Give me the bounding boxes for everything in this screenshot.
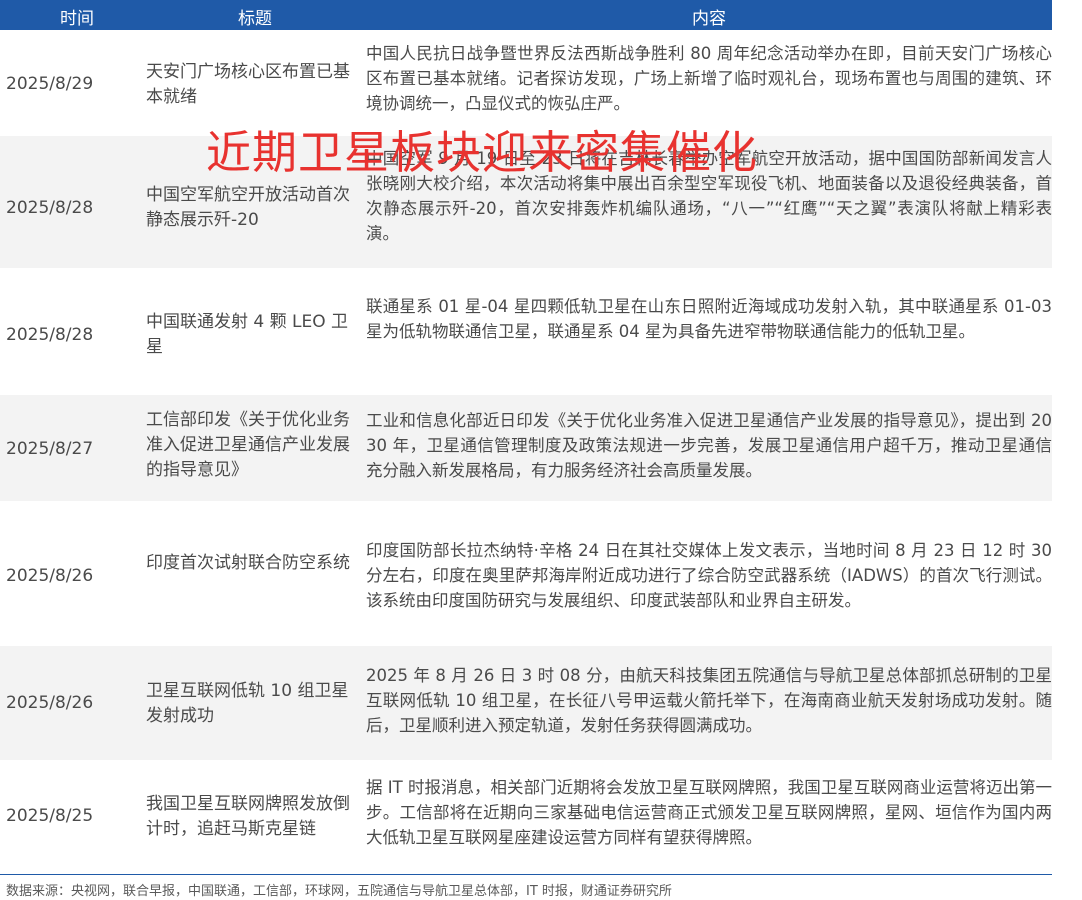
table-header: 时间 标题 内容 (0, 0, 1052, 30)
row-title: 中国联通发射 4 颗 LEO 卫星 (146, 312, 349, 357)
row-content: 中国人民抗日战争暨世界反法西斯战争胜利 80 周年纪念活动举办在即，目前天安门广… (366, 44, 1052, 113)
table-row: 2025/8/27 工信部印发《关于优化业务准入促进卫星通信产业发展的指导意见》… (0, 395, 1052, 501)
table-row: 2025/8/26 卫星互联网低轨 10 组卫星发射成功 2025 年 8 月 … (0, 646, 1052, 760)
row-content: 工业和信息化部近日印发《关于优化业务准入促进卫星通信产业发展的指导意见》，提出到… (366, 411, 1052, 480)
row-date: 2025/8/28 (6, 325, 94, 345)
row-date: 2025/8/26 (6, 693, 94, 713)
row-title: 工信部印发《关于优化业务准入促进卫星通信产业发展的指导意见》 (146, 410, 350, 480)
overlay-title: 近期卫星板块迎来密集催化 (206, 126, 759, 179)
row-content: 联通星系 01 星-04 星四颗低轨卫星在山东日照附近海域成功发射入轨，其中联通… (366, 297, 1052, 341)
table-row: 2025/8/29 天安门广场核心区布置已基本就绪 中国人民抗日战争暨世界反法西… (0, 31, 1052, 131)
table-row: 2025/8/28 中国联通发射 4 颗 LEO 卫星 联通星系 01 星-04… (0, 280, 1052, 384)
row-content: 印度国防部长拉杰纳特·辛格 24 日在其社交媒体上发文表示，当地时间 8 月 2… (366, 541, 1052, 610)
footer-divider (0, 874, 1052, 875)
row-title: 天安门广场核心区布置已基本就绪 (146, 62, 350, 107)
row-date: 2025/8/25 (6, 806, 94, 826)
table-row: 2025/8/26 印度首次试射联合防空系统 印度国防部长拉杰纳特·辛格 24 … (0, 514, 1052, 634)
data-source-note: 数据来源：央视网，联合早报，中国联通，工信部，环球网，五院通信与导航卫星总体部，… (6, 884, 672, 899)
row-title: 我国卫星互联网牌照发放倒计时，追赶马斯克星链 (146, 794, 350, 839)
row-date: 2025/8/28 (6, 198, 94, 218)
row-title: 中国空军航空开放活动首次静态展示歼-20 (146, 185, 350, 230)
row-content: 2025 年 8 月 26 日 3 时 08 分，由航天科技集团五院通信与导航卫… (366, 666, 1052, 735)
header-time: 时间 (60, 9, 94, 29)
row-date: 2025/8/26 (6, 566, 94, 586)
row-title: 卫星互联网低轨 10 组卫星发射成功 (146, 681, 349, 726)
row-content: 据 IT 时报消息，相关部门近期将会发放卫星互联网牌照，我国卫星互联网商业运营将… (366, 778, 1052, 847)
table-row: 2025/8/25 我国卫星互联网牌照发放倒计时，追赶马斯克星链 据 IT 时报… (0, 764, 1052, 872)
row-title: 印度首次试射联合防空系统 (146, 553, 350, 573)
row-date: 2025/8/27 (6, 439, 94, 459)
header-content: 内容 (692, 9, 726, 29)
header-title: 标题 (238, 9, 272, 29)
row-date: 2025/8/29 (6, 74, 94, 94)
